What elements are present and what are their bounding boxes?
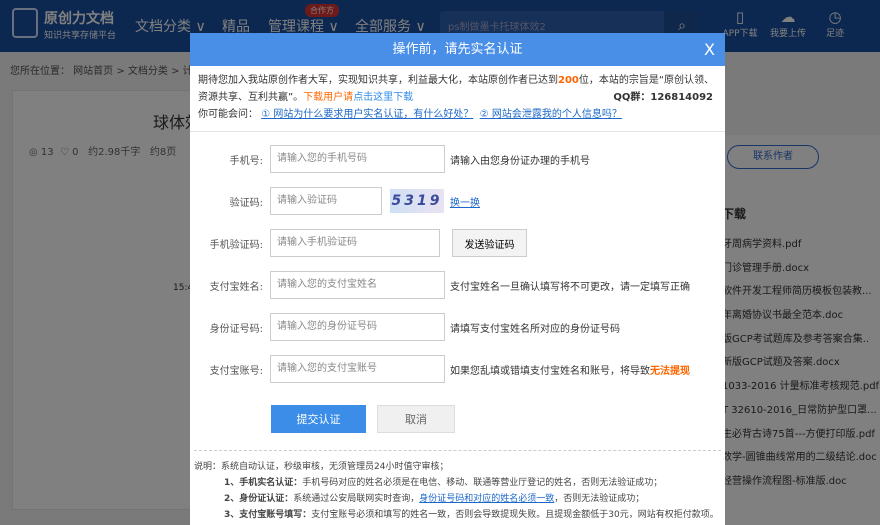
- alipay-account-hint: 如果您乱填或错填支付宝姓名和账号，将导致无法提现: [450, 362, 690, 377]
- field-row-phone: 手机号: 请输入您的手机号码 请输入由您身份证办理的手机号: [190, 145, 725, 173]
- note-2-end: ，否则无法验证成功；: [554, 494, 645, 504]
- cancel-button[interactable]: 取消: [377, 405, 455, 433]
- like-count: 0: [72, 147, 79, 158]
- captcha-placeholder: 请输入验证码: [277, 195, 337, 206]
- captcha-label: 验证码:: [229, 198, 263, 209]
- id-number-placeholder: 请输入您的身份证号码: [277, 321, 377, 332]
- right-sidebar: 联系作者 下载 牙周病学资料.pdf 门诊管理手册.docx 软件开发工程师简历…: [722, 135, 880, 525]
- cloud-upload-icon: ☁: [780, 8, 796, 26]
- hint-warning: 无法提现: [650, 366, 690, 377]
- related-doc-item[interactable]: 经营操作流程图-标准版.doc: [722, 472, 879, 496]
- logo-title: 原创力文档: [44, 11, 114, 27]
- note-2-title: 2、身份证认证：: [224, 494, 294, 504]
- page-count: 约8页: [149, 147, 177, 158]
- sms-code-placeholder: 请输入手机验证码: [277, 237, 357, 248]
- field-row-sms-code: 手机验证码: 请输入手机验证码 发送验证码: [190, 229, 725, 257]
- instructions-heading: 说明：系统自动认证，秒级审核，无须管理员24小时值守审核；: [194, 462, 449, 472]
- alipay-account-input[interactable]: 请输入您的支付宝账号: [270, 355, 445, 383]
- field-row-captcha: 验证码: 请输入验证码 5319 换一换: [190, 187, 725, 215]
- captcha-input[interactable]: 请输入验证码: [270, 187, 382, 215]
- logo-subtitle: 知识共享存储平台: [44, 31, 117, 41]
- search-value: ps制做墨卡托球体效2: [448, 22, 546, 33]
- related-doc-item[interactable]: 版GCP考试题库及参考答案合集..: [722, 330, 879, 354]
- id-number-input[interactable]: 请输入您的身份证号码: [270, 313, 445, 341]
- intro-section: 期待您加入我站原创作者大军，实现知识共享，利益最大化，本站原创作者已达到200位…: [190, 66, 725, 132]
- dialog-header: 操作前，请先实名认证 X: [190, 33, 725, 66]
- close-icon[interactable]: X: [704, 33, 715, 66]
- note-2-text: 系统通过公安局联网实时查询，: [293, 494, 420, 504]
- submit-button[interactable]: 提交认证: [271, 405, 366, 433]
- phone-input[interactable]: 请输入您的手机号码: [270, 145, 445, 173]
- id-number-hint: 请填写支付宝姓名所对应的身份证号码: [450, 324, 620, 335]
- phone-label: 手机号:: [229, 156, 263, 167]
- history-button[interactable]: ◷ 足迹: [813, 8, 857, 39]
- hint-text: 如果您乱填或错填支付宝姓名和账号，将导致: [450, 366, 650, 377]
- related-doc-item[interactable]: 新版GCP试题及答案.docx: [722, 353, 879, 377]
- note-1-text: 手机号码对应的姓名必须是在电信、移动、联通等营业厅登记的姓名，否则无法验证成功；: [302, 478, 663, 488]
- phone-placeholder: 请输入您的手机号码: [277, 153, 367, 164]
- alipay-name-hint: 支付宝姓名一旦确认填写将不可更改，请一定填写正确: [450, 282, 690, 293]
- view-count: 13: [40, 147, 54, 158]
- dialog-title: 操作前，请先实名认证: [392, 42, 523, 57]
- send-code-button[interactable]: 发送验证码: [452, 229, 527, 257]
- phone-hint: 请输入由您身份证办理的手机号: [450, 156, 590, 167]
- breadcrumb: 您所在位置： 网站首页 > 文档分类 > 计算机: [10, 66, 213, 77]
- related-doc-item[interactable]: 门诊管理手册.docx: [722, 259, 879, 283]
- related-doc-item[interactable]: 生必背古诗75首---方便打印版.pdf: [722, 425, 879, 449]
- note-3-title: 3、支付宝账号填写：: [224, 510, 312, 520]
- field-row-id-number: 身份证号码: 请输入您的身份证号码 请填写支付宝姓名所对应的身份证号码: [190, 313, 725, 341]
- logo-icon: [12, 8, 38, 38]
- document-meta: ◎ 13 ♡ 0 约2.98千字 约8页: [29, 147, 177, 158]
- qq-group: QQ群：126814092: [613, 92, 713, 103]
- field-row-alipay-account: 支付宝账号: 请输入您的支付宝账号 如果您乱填或错填支付宝姓名和账号，将导致无法…: [190, 355, 725, 383]
- download-link[interactable]: 点击这里下载: [353, 92, 413, 103]
- faq-link-privacy[interactable]: ② 网站会泄露我的个人信息吗？: [480, 109, 622, 120]
- related-doc-item[interactable]: 1033-2016 计量标准考核规范.pdf: [722, 377, 879, 401]
- faq-label: 你可能会问：: [198, 109, 258, 120]
- download-prefix: 下载用户请: [303, 92, 354, 103]
- history-icon: ◷: [828, 8, 842, 26]
- contact-author-button[interactable]: 联系作者: [727, 145, 819, 169]
- sms-code-input[interactable]: 请输入手机验证码: [270, 229, 440, 257]
- intro-text: 期待您加入我站原创作者大军，实现知识共享，利益最大化，本站原创作者已达到: [198, 75, 558, 86]
- faq-link-why[interactable]: ① 网站为什么要求用户实名认证，有什么好处？: [261, 109, 473, 120]
- id-number-label: 身份证号码:: [209, 324, 263, 335]
- related-doc-item[interactable]: T 32610-2016_日常防护型口罩...: [722, 401, 879, 425]
- app-download-label: APP下载: [722, 29, 758, 39]
- upload-button[interactable]: ☁ 我要上传: [766, 8, 810, 39]
- field-row-alipay-name: 支付宝姓名: 请输入您的支付宝姓名 支付宝姓名一旦确认填写将不可更改，请一定填写…: [190, 271, 725, 299]
- related-doc-item[interactable]: 牙周病学资料.pdf: [722, 235, 879, 259]
- phone-icon: ▯: [735, 8, 745, 26]
- upload-label: 我要上传: [769, 29, 806, 39]
- note-2-link[interactable]: 身份证号码和对应的姓名必须一致: [419, 494, 554, 504]
- related-doc-item[interactable]: 数学-圆锥曲线常用的二级结论.doc: [722, 448, 879, 472]
- sidebar-heading: 下载: [722, 207, 747, 221]
- sms-code-label: 手机验证码:: [209, 240, 263, 251]
- refresh-captcha-link[interactable]: 换一换: [450, 194, 480, 209]
- author-count: 200: [558, 75, 579, 86]
- alipay-account-placeholder: 请输入您的支付宝账号: [277, 363, 377, 374]
- instructions: 说明：系统自动认证，秒级审核，无须管理员24小时值守审核； 1、手机实名认证：手…: [194, 450, 721, 523]
- related-doc-item[interactable]: 年离婚协议书最全范本.doc: [722, 306, 879, 330]
- partner-badge: 合作方: [305, 4, 339, 17]
- note-3-text: 支付宝账号必须和填写的姓名一致，否则会导致提现失败。且提现金额低于30元，网站有…: [311, 510, 719, 520]
- alipay-account-label: 支付宝账号:: [209, 366, 263, 377]
- word-count: 约2.98千字: [88, 147, 141, 158]
- note-1-title: 1、手机实名认证：: [224, 478, 303, 488]
- related-docs-list: 牙周病学资料.pdf 门诊管理手册.docx 软件开发工程师简历模板包装教...…: [722, 235, 879, 496]
- alipay-name-placeholder: 请输入您的支付宝姓名: [277, 279, 377, 290]
- alipay-name-label: 支付宝姓名:: [209, 282, 263, 293]
- related-doc-item[interactable]: 软件开发工程师简历模板包装教...: [722, 282, 879, 306]
- captcha-image: 5319: [390, 189, 444, 213]
- history-label: 足迹: [825, 29, 844, 39]
- site-logo[interactable]: 原创力文档知识共享存储平台: [12, 8, 116, 41]
- real-name-auth-dialog: 操作前，请先实名认证 X 期待您加入我站原创作者大军，实现知识共享，利益最大化，本…: [190, 33, 725, 525]
- alipay-name-input[interactable]: 请输入您的支付宝姓名: [270, 271, 445, 299]
